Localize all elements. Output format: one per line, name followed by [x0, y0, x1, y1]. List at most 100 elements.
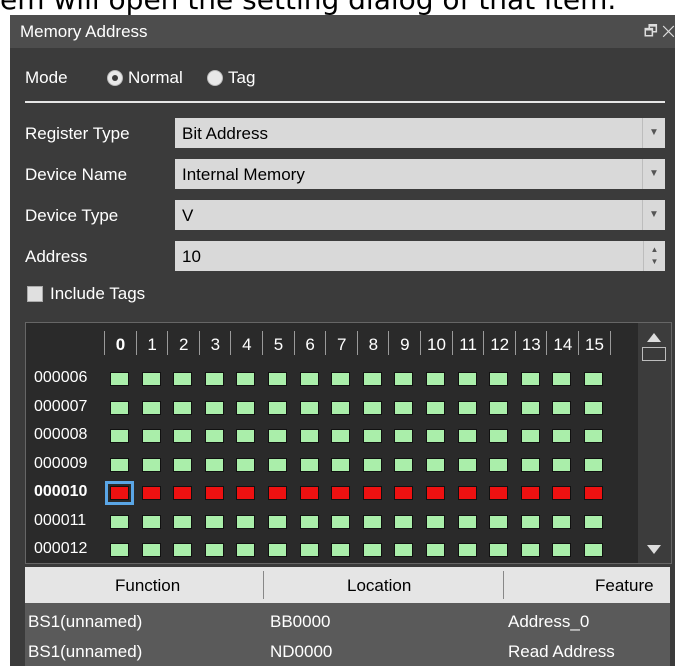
bit-cell[interactable]	[299, 486, 319, 500]
bit-cell[interactable]	[584, 543, 603, 557]
bit-cell[interactable]	[362, 457, 382, 472]
bit-cell[interactable]	[457, 400, 477, 415]
bit-cell[interactable]	[552, 372, 572, 386]
bit-cell[interactable]	[394, 457, 414, 472]
bit-cell[interactable]	[141, 486, 161, 500]
bit-cell[interactable]	[394, 400, 414, 415]
bit-cell[interactable]	[331, 457, 351, 472]
bit-cell[interactable]	[141, 372, 161, 386]
bit-cell[interactable]	[489, 372, 509, 386]
include-tags-label[interactable]: Include Tags	[50, 284, 145, 304]
bit-cell[interactable]	[584, 372, 603, 386]
bit-cell[interactable]	[141, 543, 161, 557]
bit-cell[interactable]	[394, 429, 414, 443]
bit-cell[interactable]	[236, 400, 256, 415]
chevron-down-icon[interactable]: ▼	[642, 200, 665, 230]
scroll-down-icon[interactable]	[647, 545, 661, 554]
device-type-select[interactable]: V ▼	[175, 200, 665, 230]
mode-tag-label[interactable]: Tag	[228, 68, 255, 88]
bit-cell[interactable]	[236, 486, 256, 500]
bit-cell[interactable]	[141, 429, 161, 443]
bit-cell[interactable]	[110, 543, 129, 557]
bit-cell[interactable]	[268, 457, 287, 472]
spin-arrows-icon[interactable]: ▲ ▼	[643, 241, 665, 271]
chevron-down-icon[interactable]: ▼	[642, 159, 665, 189]
table-cell[interactable]: BB0000	[270, 612, 331, 632]
table-cell[interactable]: BS1(unnamed)	[28, 612, 142, 632]
bit-cell[interactable]	[331, 543, 351, 557]
bit-cell[interactable]	[236, 514, 256, 529]
bit-cell[interactable]	[552, 429, 572, 443]
include-tags-checkbox[interactable]	[27, 286, 43, 302]
bit-cell[interactable]	[520, 372, 540, 386]
bit-cell[interactable]	[299, 372, 319, 386]
table-cell[interactable]: Address_0	[508, 612, 589, 632]
bit-cell[interactable]	[268, 486, 287, 500]
bit-cell[interactable]	[362, 543, 382, 557]
bit-cell[interactable]	[268, 429, 287, 443]
bit-cell[interactable]	[584, 457, 603, 472]
bit-cell[interactable]	[331, 486, 351, 500]
scroll-up-icon[interactable]	[647, 333, 661, 342]
bit-cell[interactable]	[173, 514, 193, 529]
bit-cell[interactable]	[362, 514, 382, 529]
bit-cell[interactable]	[204, 514, 224, 529]
bit-cell[interactable]	[552, 514, 572, 529]
bit-cell[interactable]	[520, 486, 540, 500]
bit-cell[interactable]	[489, 486, 509, 500]
bit-cell[interactable]	[236, 372, 256, 386]
bit-cell[interactable]	[362, 429, 382, 443]
bit-cell[interactable]	[520, 514, 540, 529]
bit-cell[interactable]	[110, 457, 129, 472]
col-function-header[interactable]: Function	[115, 576, 180, 596]
bit-cell[interactable]	[204, 486, 224, 500]
bit-cell[interactable]	[105, 481, 134, 505]
bit-cell[interactable]	[584, 514, 603, 529]
bit-cell[interactable]	[173, 400, 193, 415]
bit-cell[interactable]	[299, 514, 319, 529]
bit-cell[interactable]	[204, 543, 224, 557]
bit-cell[interactable]	[520, 543, 540, 557]
bit-cell[interactable]	[268, 372, 287, 386]
mode-normal-label[interactable]: Normal	[128, 68, 183, 88]
bit-cell[interactable]	[489, 543, 509, 557]
bit-cell[interactable]	[457, 486, 477, 500]
bit-cell[interactable]	[426, 486, 445, 500]
bit-cell[interactable]	[110, 372, 129, 386]
bit-cell[interactable]	[489, 429, 509, 443]
bit-cell[interactable]	[457, 457, 477, 472]
bit-cell[interactable]	[299, 400, 319, 415]
bit-cell[interactable]	[236, 429, 256, 443]
bit-cell[interactable]	[489, 457, 509, 472]
bit-cell[interactable]	[426, 372, 445, 386]
bit-cell[interactable]	[489, 514, 509, 529]
mode-tag-radio[interactable]	[207, 70, 223, 86]
bit-cell[interactable]	[236, 457, 256, 472]
bit-cell[interactable]	[520, 457, 540, 472]
bit-cell[interactable]	[362, 486, 382, 500]
bit-cell[interactable]	[299, 457, 319, 472]
bit-cell[interactable]	[268, 543, 287, 557]
bit-cell[interactable]	[584, 486, 603, 500]
bit-cell[interactable]	[362, 372, 382, 386]
device-name-select[interactable]: Internal Memory ▼	[175, 159, 665, 189]
bit-cell[interactable]	[457, 372, 477, 386]
bit-cell[interactable]	[394, 372, 414, 386]
bit-cell[interactable]	[552, 486, 572, 500]
bit-cell[interactable]	[331, 514, 351, 529]
bit-cell[interactable]	[457, 514, 477, 529]
bit-cell[interactable]	[173, 543, 193, 557]
bit-cell[interactable]	[394, 514, 414, 529]
bit-cell[interactable]	[268, 400, 287, 415]
bit-cell[interactable]	[489, 400, 509, 415]
bit-cell[interactable]	[299, 543, 319, 557]
bit-cell[interactable]	[204, 457, 224, 472]
bit-cell[interactable]	[173, 429, 193, 443]
grid-scrollbar[interactable]	[638, 323, 671, 563]
chevron-down-icon[interactable]: ▼	[642, 118, 665, 148]
bit-cell[interactable]	[394, 543, 414, 557]
bit-cell[interactable]	[362, 400, 382, 415]
bit-cell[interactable]	[394, 486, 414, 500]
bit-cell[interactable]	[457, 429, 477, 443]
bit-cell[interactable]	[552, 543, 572, 557]
